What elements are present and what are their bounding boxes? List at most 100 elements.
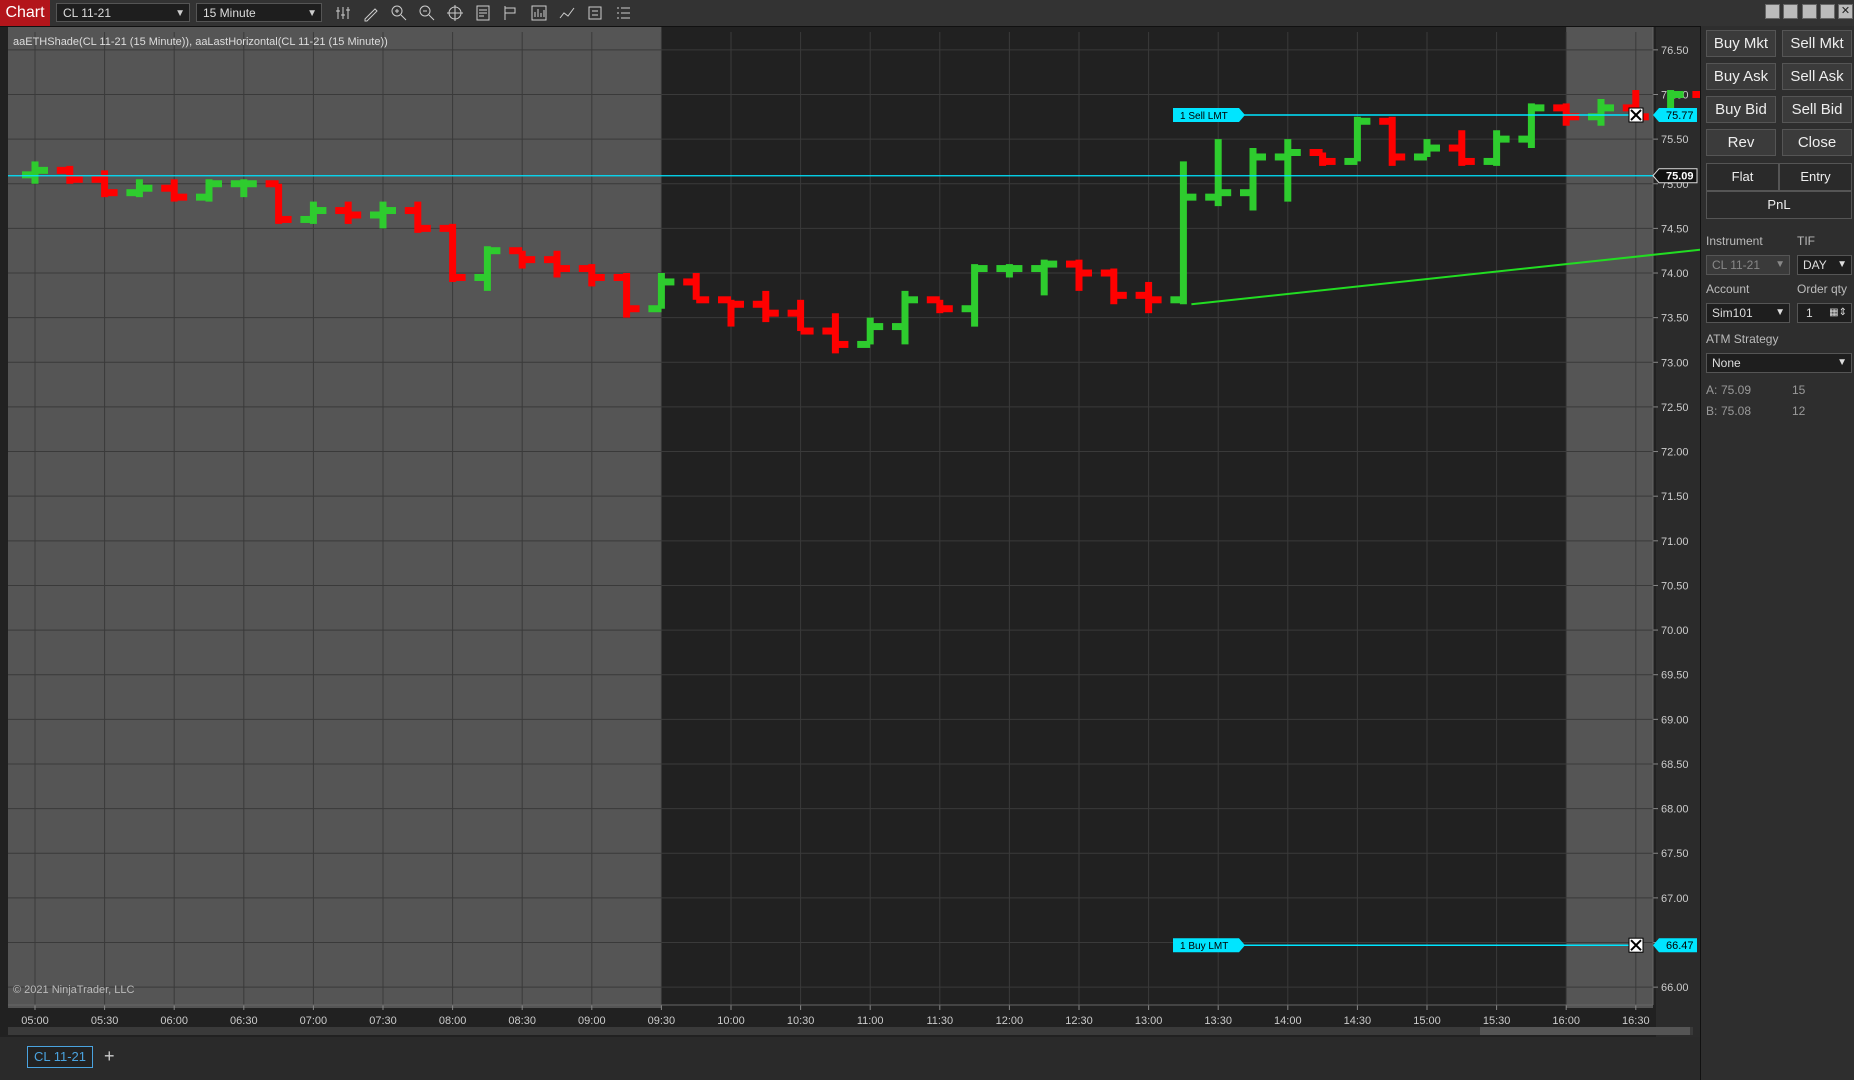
atm-strategy-value: None — [1712, 356, 1741, 370]
instrument-selector-value: CL 11-21 — [63, 6, 112, 20]
x-tick-label: 13:30 — [1204, 1015, 1232, 1027]
chart-tab[interactable]: Chart — [0, 0, 50, 26]
position-entry-tab[interactable]: Entry — [1779, 163, 1852, 191]
x-tick-label: 12:00 — [996, 1015, 1024, 1027]
crosshair-icon[interactable] — [445, 3, 465, 23]
indicators-icon[interactable] — [529, 3, 549, 23]
account-label: Account — [1706, 282, 1750, 296]
x-tick-label: 15:30 — [1483, 1015, 1511, 1027]
x-tick-label: 08:30 — [508, 1015, 536, 1027]
tile-window-icon[interactable] — [1765, 4, 1780, 19]
chart-trader-icon[interactable] — [557, 3, 577, 23]
y-tick-label: 75.50 — [1661, 134, 1689, 146]
x-tick-label: 08:00 — [439, 1015, 467, 1027]
x-tick-label: 09:30 — [648, 1015, 676, 1027]
data-series-icon[interactable] — [333, 3, 353, 23]
y-tick-label: 71.00 — [1661, 536, 1689, 548]
x-tick-label: 12:30 — [1065, 1015, 1093, 1027]
templates-icon[interactable] — [585, 3, 605, 23]
sell-order-label: 1 Sell LMT — [1180, 111, 1228, 122]
buy-order-label: 1 Buy LMT — [1180, 941, 1228, 952]
instrument-label: Instrument — [1706, 234, 1763, 248]
x-tick-label: 07:00 — [300, 1015, 328, 1027]
zoom-in-icon[interactable] — [389, 3, 409, 23]
x-tick-label: 11:30 — [926, 1015, 953, 1027]
sell-order-price-label: 75.77 — [1666, 110, 1694, 122]
chevron-down-icon: ▼ — [1837, 357, 1847, 368]
list-icon[interactable] — [613, 3, 633, 23]
chart-area[interactable]: 76.5076.0075.5075.0074.5074.0073.5073.00… — [0, 27, 1700, 1037]
order-qty-input[interactable]: 1 ▦⇕ — [1797, 303, 1852, 323]
x-tick-label: 16:30 — [1622, 1015, 1650, 1027]
chevron-down-icon: ▼ — [175, 8, 185, 19]
y-tick-label: 69.00 — [1661, 714, 1689, 726]
buy-bid-button[interactable]: Buy Bid — [1706, 96, 1776, 123]
maximize-icon[interactable] — [1820, 4, 1835, 19]
buy-order-price-label: 66.47 — [1666, 940, 1694, 952]
strategies-icon[interactable] — [501, 3, 521, 23]
x-tick-label: 16:00 — [1552, 1015, 1580, 1027]
price-chart[interactable]: 76.5076.0075.5075.0074.5074.0073.5073.00… — [0, 27, 1700, 1037]
bid-label: B: — [1706, 404, 1718, 418]
y-tick-label: 68.50 — [1661, 759, 1689, 771]
y-tick-label: 74.50 — [1661, 223, 1689, 235]
drawing-tool-icon[interactable] — [361, 3, 381, 23]
interval-selector[interactable]: 15 Minute ▼ — [196, 3, 322, 22]
chevron-down-icon: ▼ — [1775, 259, 1785, 270]
x-tick-label: 06:30 — [230, 1015, 258, 1027]
zoom-out-icon[interactable] — [417, 3, 437, 23]
reverse-button[interactable]: Rev — [1706, 129, 1776, 156]
chart-trader-panel: Buy Mkt Sell Mkt Buy Ask Sell Ask Buy Bi… — [1700, 26, 1854, 1080]
last-price-label: 75.09 — [1666, 171, 1694, 183]
indicator-label: aaETHShade(CL 11-21 (15 Minute)), aaLast… — [13, 36, 388, 48]
chevron-down-icon: ▼ — [1837, 259, 1847, 270]
buy-market-button[interactable]: Buy Mkt — [1706, 30, 1776, 57]
instrument-selector[interactable]: CL 11-21 ▼ — [56, 3, 190, 22]
bid-price: 75.08 — [1721, 404, 1752, 418]
toolbar: Chart CL 11-21 ▼ 15 Minute ▼ ✕ — [0, 0, 1854, 27]
quantity-stepper-icon[interactable]: ▦⇕ — [1829, 304, 1847, 322]
ask-price: 75.09 — [1721, 383, 1752, 397]
chevron-down-icon: ▼ — [307, 8, 317, 19]
x-tick-label: 10:30 — [787, 1015, 815, 1027]
x-tick-label: 14:00 — [1274, 1015, 1302, 1027]
x-tick-label: 15:00 — [1413, 1015, 1441, 1027]
y-tick-label: 73.50 — [1661, 313, 1689, 325]
y-tick-label: 76.50 — [1661, 45, 1689, 57]
x-tick-label: 09:00 — [578, 1015, 606, 1027]
sell-ask-button[interactable]: Sell Ask — [1782, 63, 1852, 90]
buy-ask-button[interactable]: Buy Ask — [1706, 63, 1776, 90]
x-tick-label: 10:00 — [717, 1015, 745, 1027]
y-tick-label: 71.50 — [1661, 491, 1689, 503]
interval-selector-value: 15 Minute — [203, 6, 256, 20]
add-tab-button[interactable]: + — [104, 1046, 115, 1067]
order-qty-value: 1 — [1806, 306, 1813, 320]
sell-bid-button[interactable]: Sell Bid — [1782, 96, 1852, 123]
position-flat-tab[interactable]: Flat — [1706, 163, 1779, 191]
minimize-icon[interactable] — [1802, 4, 1817, 19]
close-icon[interactable]: ✕ — [1838, 4, 1853, 19]
scrollbar-thumb — [1480, 1027, 1690, 1035]
tif-select[interactable]: DAY ▼ — [1797, 255, 1852, 275]
x-tick-label: 14:30 — [1344, 1015, 1372, 1027]
y-tick-label: 69.50 — [1661, 670, 1689, 682]
copyright-text: © 2021 NinjaTrader, LLC — [13, 984, 135, 996]
restore-window-icon[interactable] — [1783, 4, 1798, 19]
x-tick-label: 05:30 — [91, 1015, 119, 1027]
sell-market-button[interactable]: Sell Mkt — [1782, 30, 1852, 57]
x-tick-label: 11:00 — [857, 1015, 884, 1027]
y-tick-label: 72.00 — [1661, 447, 1689, 459]
close-position-button[interactable]: Close — [1782, 129, 1852, 156]
x-tick-label: 07:30 — [369, 1015, 397, 1027]
instrument-field: CL 11-21 ▼ — [1706, 255, 1790, 275]
y-tick-label: 73.00 — [1661, 357, 1689, 369]
atm-strategy-select[interactable]: None ▼ — [1706, 353, 1852, 373]
account-select[interactable]: Sim101 ▼ — [1706, 303, 1790, 323]
properties-icon[interactable] — [473, 3, 493, 23]
instrument-tab[interactable]: CL 11-21 — [27, 1046, 93, 1068]
chevron-down-icon: ▼ — [1775, 307, 1785, 318]
horizontal-scrollbar — [8, 1027, 1693, 1035]
y-tick-label: 67.00 — [1661, 893, 1689, 905]
y-tick-label: 68.00 — [1661, 804, 1689, 816]
order-qty-label: Order qty — [1797, 282, 1848, 296]
